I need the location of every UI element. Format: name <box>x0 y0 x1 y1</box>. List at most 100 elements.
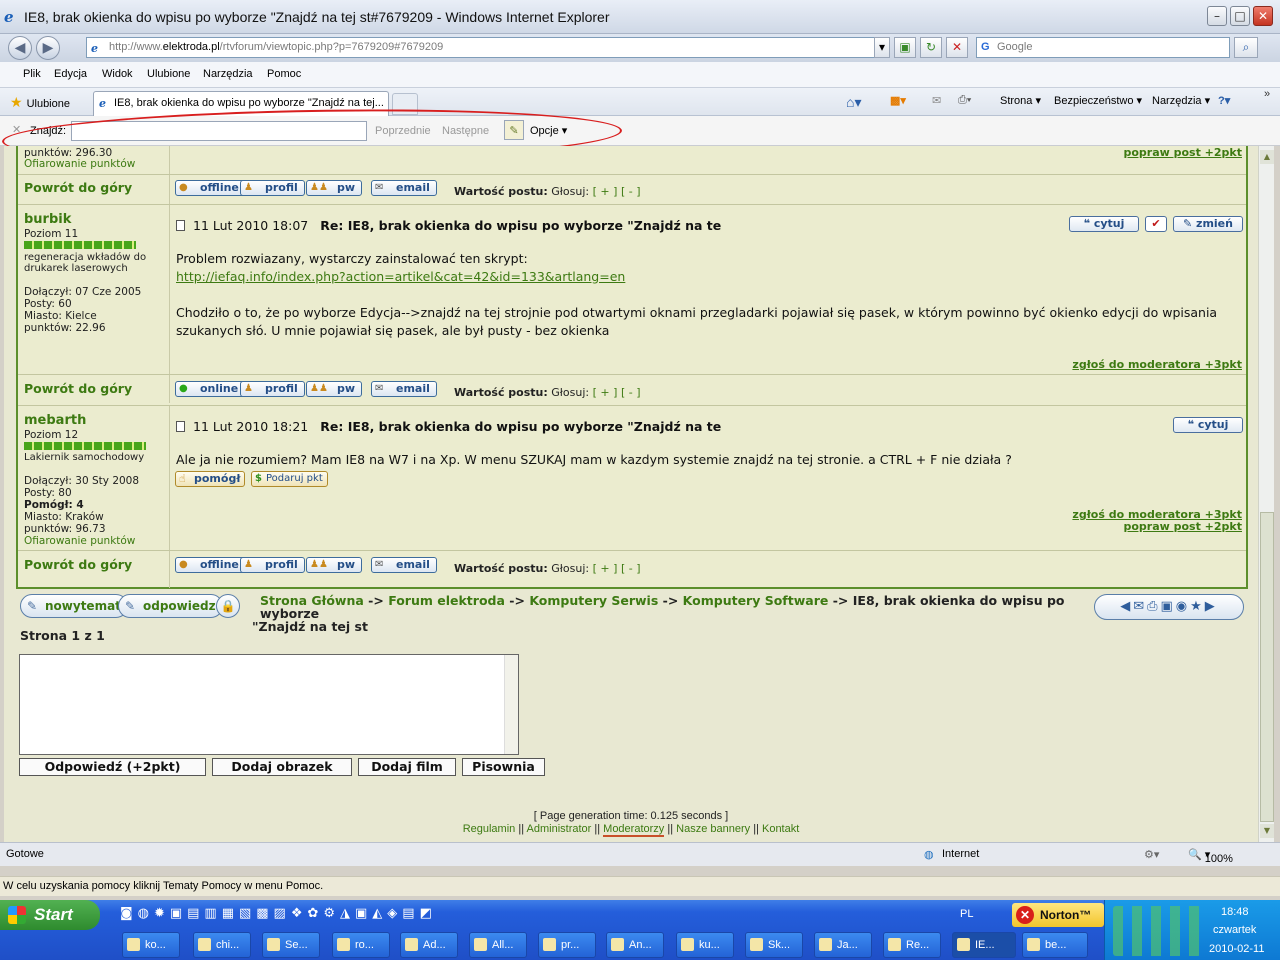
textarea-scrollbar[interactable] <box>504 655 518 754</box>
print-icon[interactable]: ⎙▾ <box>958 94 971 107</box>
start-button[interactable]: Start <box>0 900 100 930</box>
home-icon[interactable]: ⌂▾ <box>846 94 861 111</box>
pm-button[interactable]: ♟♟ pw <box>306 557 363 573</box>
zoom-level[interactable]: 🔍 100% ▾ <box>1188 848 1233 865</box>
post-author[interactable]: burbik <box>24 212 71 227</box>
maximize-button[interactable]: □ <box>1230 6 1250 26</box>
menu-strona[interactable]: Strona ▾ <box>1000 94 1041 107</box>
scroll-up-icon[interactable]: ▲ <box>1260 150 1274 164</box>
vote-minus-link[interactable]: [ - ] <box>621 185 641 198</box>
report-link[interactable]: zgłoś do moderatora +3pkt <box>1072 358 1242 371</box>
search-input[interactable]: G Google <box>976 37 1230 58</box>
back-to-top-link[interactable]: Powrót do góry <box>24 180 132 195</box>
new-tab-button[interactable] <box>392 93 418 115</box>
menu-widok[interactable]: Widok <box>102 68 133 80</box>
quote-button[interactable]: ❝ cytuj <box>1173 417 1243 433</box>
norton-button[interactable]: ✕ Norton™ <box>1012 903 1104 927</box>
taskbar-button[interactable]: chi... <box>193 932 251 958</box>
pm-button[interactable]: ♟♟ pw <box>306 180 363 196</box>
scroll-down-icon[interactable]: ▼ <box>1260 824 1274 838</box>
reply-textarea[interactable] <box>19 654 519 755</box>
status-offline-button[interactable]: ● offline <box>175 180 246 196</box>
stop-icon[interactable]: ✕ <box>946 37 968 58</box>
menu-narzedzia[interactable]: Narzędzia <box>203 68 253 80</box>
protected-mode-icon[interactable]: ⚙▾ <box>1144 848 1159 861</box>
email-button[interactable]: ✉ email <box>371 180 437 196</box>
taskbar-button[interactable]: An... <box>606 932 664 958</box>
back-to-top-link[interactable]: Powrót do góry <box>24 557 132 572</box>
minimize-button[interactable]: – <box>1207 6 1227 26</box>
breadcrumb-category[interactable]: Komputery Serwis <box>529 593 658 608</box>
breadcrumb-subforum[interactable]: Komputery Software <box>683 593 829 608</box>
vote-plus-link[interactable]: [ + ] <box>593 386 618 399</box>
menu-narzedzia-cmd[interactable]: Narzędzia ▾ <box>1152 94 1210 107</box>
add-video-button[interactable]: Dodaj film <box>358 758 456 776</box>
clock-time[interactable]: 18:48 <box>1221 906 1249 918</box>
menu-ulubione[interactable]: Ulubione <box>147 68 190 80</box>
tray-icons[interactable] <box>1113 906 1201 956</box>
menu-pomoc[interactable]: Pomoc <box>267 68 301 80</box>
taskbar-button[interactable]: Ad... <box>400 932 458 958</box>
vote-plus-link[interactable]: [ + ] <box>593 185 618 198</box>
email-button[interactable]: ✉ email <box>371 381 437 397</box>
status-offline-button[interactable]: ● offline <box>175 557 246 573</box>
edit-button[interactable]: ✎ zmień <box>1173 216 1243 232</box>
footer-link-admin[interactable]: Administrator <box>527 823 592 835</box>
taskbar-button[interactable]: Re... <box>883 932 941 958</box>
new-topic-button[interactable]: ✎ nowytemat <box>20 594 128 618</box>
taskbar-button[interactable]: Se... <box>262 932 320 958</box>
favorites-button[interactable]: ★ Ulubione <box>10 94 70 111</box>
forward-button[interactable]: ▶ <box>36 36 60 60</box>
chevron-right-icon[interactable]: » <box>1264 88 1270 100</box>
footer-link-moderators[interactable]: Moderatorzy <box>603 823 665 837</box>
post-author[interactable]: mebarth <box>24 413 86 428</box>
profile-button[interactable]: ♟ profil <box>240 557 305 573</box>
helped-button[interactable]: ☝ pomógł <box>175 471 246 487</box>
menu-bezpieczenstwo[interactable]: Bezpieczeństwo ▾ <box>1054 94 1142 107</box>
taskbar-button[interactable]: Sk... <box>745 932 803 958</box>
lock-icon[interactable]: 🔒 <box>216 594 240 618</box>
help-icon[interactable]: ?▾ <box>1218 94 1230 107</box>
back-button[interactable]: ◀ <box>8 36 32 60</box>
menu-edycja[interactable]: Edycja <box>54 68 87 80</box>
breadcrumb-forum[interactable]: Forum elektroda <box>388 593 505 608</box>
quick-launch-icons[interactable]: ◙◍✹▣▤▥▦▧▩▨❖✿⚙◮▣◭◈▤◩ <box>120 906 437 921</box>
spellcheck-button[interactable]: Pisownia <box>462 758 545 776</box>
edit-post-link[interactable]: popraw post +2pkt <box>1123 520 1242 533</box>
quote-button[interactable]: ❝ cytuj <box>1069 216 1139 232</box>
topic-tools[interactable]: ◀✉⎙▣◉★▶ <box>1094 594 1244 620</box>
taskbar-button[interactable]: ro... <box>332 932 390 958</box>
prev-ofiarowanie-link[interactable]: Ofiarowanie punktów <box>24 158 135 170</box>
taskbar-button[interactable]: be... <box>1022 932 1088 958</box>
compat-view-icon[interactable]: ▣ <box>894 37 916 58</box>
tab-current[interactable]: e IE8, brak okienka do wpisu po wyborze … <box>93 91 389 116</box>
vertical-scrollbar[interactable]: ▲ ▼ <box>1258 146 1274 842</box>
ofiarowanie-link[interactable]: Ofiarowanie punktów <box>24 535 135 547</box>
vote-plus-link[interactable]: [ + ] <box>593 562 618 575</box>
taskbar-button[interactable]: pr... <box>538 932 596 958</box>
scroll-thumb[interactable] <box>1260 512 1274 822</box>
profile-button[interactable]: ♟ profil <box>240 180 305 196</box>
reply-button[interactable]: ✎ odpowiedz <box>118 594 223 618</box>
accept-icon[interactable]: ✔ <box>1145 216 1167 232</box>
profile-button[interactable]: ♟ profil <box>240 381 305 397</box>
vote-minus-link[interactable]: [ - ] <box>621 562 641 575</box>
give-points-button[interactable]: $ Podaruj pkt <box>251 471 328 487</box>
vote-minus-link[interactable]: [ - ] <box>621 386 641 399</box>
find-next-button[interactable]: Następne <box>442 125 489 137</box>
pm-button[interactable]: ♟♟ pw <box>306 381 363 397</box>
email-button[interactable]: ✉ email <box>371 557 437 573</box>
close-button[interactable]: ✕ <box>1253 6 1273 26</box>
post-link[interactable]: http://iefaq.info/index.php?action=artik… <box>176 269 625 284</box>
prev-edit-link[interactable]: popraw post +2pkt <box>1123 146 1242 159</box>
menu-plik[interactable]: Plik <box>23 68 41 80</box>
status-online-button[interactable]: ● online <box>175 381 246 397</box>
taskbar-button[interactable]: ku... <box>676 932 734 958</box>
footer-link-contact[interactable]: Kontakt <box>762 823 799 835</box>
footer-link-regulamin[interactable]: Regulamin <box>463 823 516 835</box>
refresh-icon[interactable]: ↻ <box>920 37 942 58</box>
taskbar-button[interactable]: ko... <box>122 932 180 958</box>
rss-icon[interactable]: ▩▾ <box>890 94 906 107</box>
back-to-top-link[interactable]: Powrót do góry <box>24 381 132 396</box>
address-bar[interactable]: e http://www.elektroda.pl/rtvforum/viewt… <box>86 37 890 58</box>
